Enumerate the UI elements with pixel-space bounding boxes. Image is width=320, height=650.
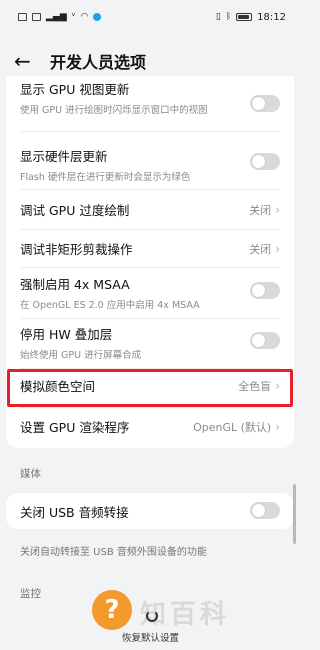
signal-icon: ▂▄▆ — [46, 11, 67, 22]
app-icon — [93, 13, 102, 21]
section-label-media: 媒体 — [20, 468, 41, 480]
vibrate-icon: ▯ — [215, 11, 221, 22]
status-icons-right: ▯ ᛒ 18:12 — [216, 12, 286, 23]
toggle-switch[interactable] — [250, 153, 280, 170]
divider — [20, 131, 280, 132]
setting-value-text: OpenGL (默认) — [193, 421, 272, 434]
media-card: 关闭 USB 音频转接 — [6, 493, 294, 529]
highlight-box — [7, 369, 293, 407]
restore-icon[interactable] — [146, 610, 158, 622]
divider — [20, 189, 280, 190]
restore-defaults-button[interactable]: 恢复默认设置 — [122, 630, 179, 644]
bottom-bar: ? 知百科 恢复默认设置 — [0, 590, 300, 650]
setting-subtitle: 在 OpenGL ES 2.0 应用中启用 4x MSAA — [20, 300, 200, 311]
setting-value[interactable]: OpenGL (默认) › — [193, 419, 280, 435]
setting-value-text: 关闭 — [249, 204, 272, 217]
divider — [20, 267, 280, 268]
toggle-switch[interactable] — [250, 95, 280, 112]
setting-value[interactable]: 关闭 › — [249, 241, 280, 257]
status-time: 18:12 — [257, 11, 286, 23]
wifi-icon: ◠ — [80, 11, 89, 22]
volte-icon: ᵛ — [71, 11, 76, 22]
header: ← 开发人员选项 — [0, 44, 300, 78]
setting-value-text: 关闭 — [249, 243, 272, 256]
status-bar: ▂▄▆ ᵛ ◠ ▯ ᛒ 18:12 — [0, 0, 300, 34]
divider — [20, 229, 280, 230]
sim-icon — [18, 13, 27, 21]
divider — [20, 407, 280, 408]
setting-subtitle: Flash 硬件层在进行更新时会显示为绿色 — [20, 172, 191, 183]
battery-icon — [236, 13, 253, 21]
chevron-right-icon: › — [275, 203, 280, 217]
watermark-logo: ? — [92, 590, 132, 630]
setting-subtitle: 始终使用 GPU 进行屏幕合成 — [20, 350, 142, 361]
chevron-right-icon: › — [275, 242, 280, 256]
page-title: 开发人员选项 — [50, 53, 147, 72]
media-footnote: 关闭自动转接至 USB 音频外围设备的功能 — [20, 547, 207, 558]
sim-icon — [32, 13, 41, 21]
chevron-right-icon: › — [275, 420, 280, 434]
divider — [20, 318, 280, 319]
scrollbar[interactable] — [293, 484, 296, 544]
setting-value[interactable]: 关闭 › — [249, 202, 280, 218]
toggle-switch[interactable] — [250, 502, 280, 519]
toggle-switch[interactable] — [250, 332, 280, 349]
status-icons-left: ▂▄▆ ᵛ ◠ — [18, 11, 102, 22]
back-arrow-icon[interactable]: ← — [14, 49, 40, 73]
bluetooth-icon: ᛒ — [225, 11, 232, 22]
toggle-switch[interactable] — [250, 282, 280, 299]
setting-title: 显示 GPU 视图更新 — [20, 82, 130, 97]
